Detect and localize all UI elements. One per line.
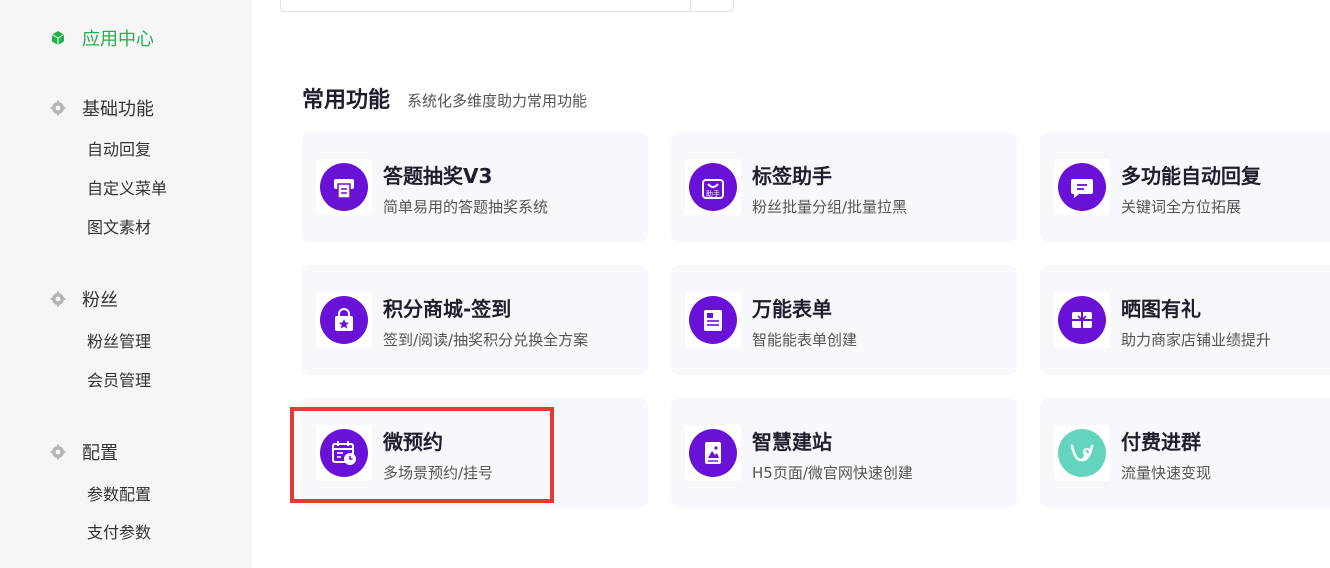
app-icon-frame xyxy=(685,292,741,348)
app-icon-frame xyxy=(685,425,741,481)
sidebar-item-param-config[interactable]: 参数配置 xyxy=(87,484,151,506)
bag-helper-icon: 助手 xyxy=(702,179,724,199)
search-divider xyxy=(690,0,691,11)
app-icon-frame xyxy=(316,159,372,215)
sidebar-item-media[interactable]: 图文素材 xyxy=(87,217,151,239)
sidebar-group-fans[interactable]: 粉丝 xyxy=(50,287,118,311)
app-card-quiz-lottery[interactable]: 答题抽奖V3 简单易用的答题抽奖系统 xyxy=(302,132,648,242)
gear-icon xyxy=(50,444,66,460)
app-card-title: 标签助手 xyxy=(752,164,832,188)
sidebar-item-app-center[interactable]: 应用中心 xyxy=(50,26,154,50)
app-card-title: 积分商城-签到 xyxy=(383,297,512,321)
printer-icon xyxy=(334,179,354,199)
sidebar-group-basic[interactable]: 基础功能 xyxy=(50,96,154,120)
document-image-icon xyxy=(705,442,721,464)
app-card-desc: 助力商家店铺业绩提升 xyxy=(1121,331,1272,349)
app-card-title: 多功能自动回复 xyxy=(1121,164,1261,188)
shopping-bag-star-icon xyxy=(335,308,353,331)
app-card-tag-helper[interactable]: 助手 标签助手 粉丝批量分组/批量拉黑 xyxy=(671,132,1017,242)
cube-icon xyxy=(51,31,65,45)
app-card-desc: 签到/阅读/抽奖积分兑换全方案 xyxy=(383,331,589,349)
section-title: 常用功能 xyxy=(302,88,391,113)
sidebar-group-label: 粉丝 xyxy=(82,290,118,311)
gear-icon xyxy=(50,291,66,307)
app-card-desc: 多场景预约/挂号 xyxy=(383,464,494,482)
gift-icon xyxy=(1072,312,1092,328)
app-card-title: 答题抽奖V3 xyxy=(383,164,493,188)
app-card-title: 智慧建站 xyxy=(752,430,832,454)
app-card-universal-form[interactable]: 万能表单 智能能表单创建 xyxy=(671,265,1017,375)
chat-bubble-icon xyxy=(1071,179,1093,198)
app-icon-frame xyxy=(316,292,372,348)
app-card-title: 晒图有礼 xyxy=(1121,297,1201,321)
sidebar: 应用中心 基础功能 自动回复 自定义菜单 图文素材 粉丝 粉丝管理 会员管理 配… xyxy=(0,0,252,568)
app-card-desc: 关键词全方位拓展 xyxy=(1121,198,1242,216)
app-card-micro-booking[interactable]: 微预约 多场景预约/挂号 xyxy=(302,398,648,508)
sidebar-item-custom-menu[interactable]: 自定义菜单 xyxy=(87,178,167,200)
gear-icon xyxy=(50,100,66,116)
app-card-points-mall[interactable]: 积分商城-签到 签到/阅读/抽奖积分兑换全方案 xyxy=(302,265,648,375)
section-subtitle: 系统化多维度助力常用功能 xyxy=(407,92,588,110)
app-card-desc: 智能能表单创建 xyxy=(752,331,858,349)
app-card-desc: H5页面/微官网快速创建 xyxy=(752,464,913,482)
app-card-desc: 粉丝批量分组/批量拉黑 xyxy=(752,198,908,216)
calendar-clock-icon xyxy=(332,441,356,465)
app-icon-frame xyxy=(1054,159,1110,215)
app-card-desc: 简单易用的答题抽奖系统 xyxy=(383,198,549,216)
app-card-photo-gift[interactable]: 晒图有礼 助力商家店铺业绩提升 xyxy=(1040,265,1330,375)
sidebar-group-label: 基础功能 xyxy=(82,99,154,120)
sidebar-item-auto-reply[interactable]: 自动回复 xyxy=(87,139,151,161)
bag-helper-text: 助手 xyxy=(706,189,720,198)
app-icon-frame xyxy=(1054,292,1110,348)
app-card-title: 微预约 xyxy=(383,430,443,454)
search-input[interactable] xyxy=(280,0,734,12)
app-icon-frame xyxy=(1054,425,1110,481)
v-logo-icon xyxy=(1070,444,1094,462)
app-icon-frame: 助手 xyxy=(685,159,741,215)
app-card-paid-group[interactable]: 付费进群 流量快速变现 xyxy=(1040,398,1330,508)
app-card-smart-site[interactable]: 智慧建站 H5页面/微官网快速创建 xyxy=(671,398,1017,508)
sidebar-group-label: 配置 xyxy=(82,443,118,464)
app-card-title: 付费进群 xyxy=(1121,430,1201,454)
sidebar-item-fans-manage[interactable]: 粉丝管理 xyxy=(87,331,151,353)
app-card-title: 万能表单 xyxy=(752,297,832,321)
form-icon xyxy=(704,310,722,331)
app-card-desc: 流量快速变现 xyxy=(1121,464,1212,482)
app-icon-frame xyxy=(316,425,372,481)
app-card-multi-auto-reply[interactable]: 多功能自动回复 关键词全方位拓展 xyxy=(1040,132,1330,242)
sidebar-group-config[interactable]: 配置 xyxy=(50,440,118,464)
sidebar-item-payment-params[interactable]: 支付参数 xyxy=(87,522,151,544)
sidebar-item-member-manage[interactable]: 会员管理 xyxy=(87,370,151,392)
sidebar-item-label: 应用中心 xyxy=(82,29,154,50)
